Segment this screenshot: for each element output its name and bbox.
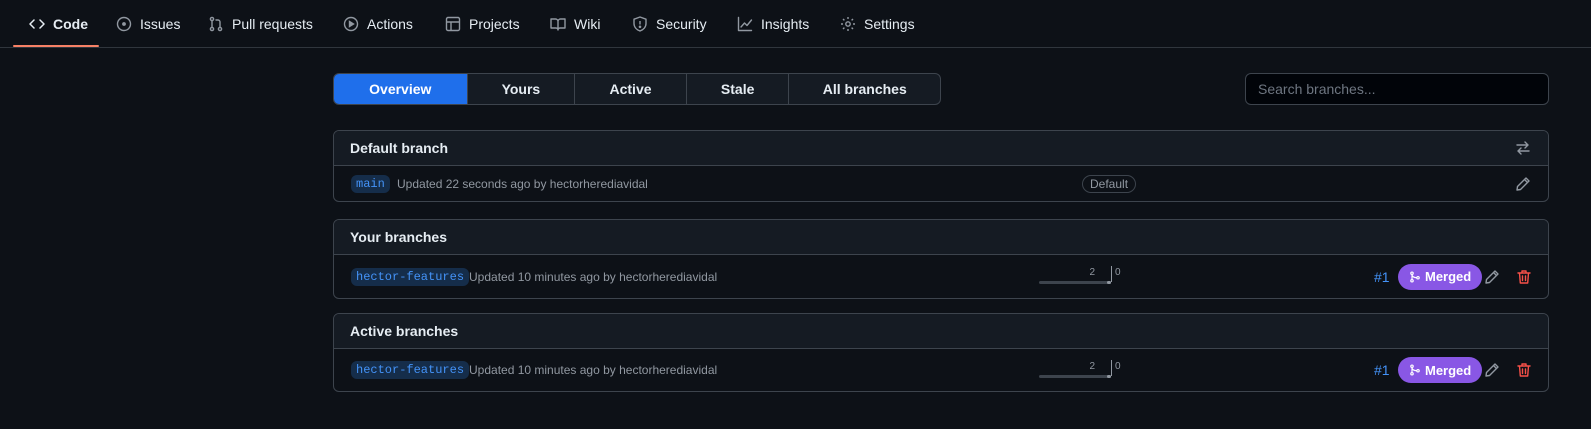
active-branch-updated: Updated 10 minutes ago by hectorherediav… — [469, 363, 718, 377]
delete-branch-trash-icon[interactable] — [1515, 361, 1533, 379]
default-label-badge: Default — [1082, 174, 1137, 193]
branch-name-main[interactable]: main — [351, 174, 390, 193]
ahead-behind-indicator: 2 0 — [1039, 255, 1129, 298]
tab-overview[interactable]: Overview — [334, 74, 468, 104]
active-branches-box: Active branches hector-features Updated … — [333, 313, 1549, 392]
nav-projects-label: Projects — [469, 16, 520, 32]
table-icon — [445, 16, 461, 32]
default-branch-title: Default branch — [350, 140, 449, 156]
merge-icon — [1410, 270, 1420, 283]
default-branch-updated: Updated 22 seconds ago by hectorherediav… — [397, 176, 648, 191]
behind-bar-fill — [1107, 375, 1111, 378]
default-branch-header: Default branch — [334, 131, 1548, 166]
rename-branch-pencil-icon[interactable] — [1483, 361, 1501, 379]
active-branch-row: hector-features Updated 10 minutes ago b… — [334, 349, 1548, 391]
tab-active[interactable]: Active — [575, 74, 687, 104]
repo-nav: Code Issues Pull requests Actions Projec… — [0, 0, 1591, 48]
switch-default-branch-icon[interactable] — [1514, 139, 1532, 157]
gear-icon — [840, 16, 856, 32]
branch-tabs: Overview Yours Active Stale All branches — [333, 73, 941, 105]
nav-insights-label: Insights — [761, 16, 810, 32]
merge-icon — [1410, 364, 1420, 376]
pull-request-link[interactable]: #1 — [1374, 269, 1390, 285]
nav-pull-requests-label: Pull requests — [232, 16, 313, 32]
ahead-count: 0 — [1115, 267, 1121, 278]
branch-name-hector-features[interactable]: hector-features — [351, 267, 470, 286]
nav-actions-label: Actions — [367, 16, 413, 32]
play-icon — [343, 16, 359, 32]
code-icon — [29, 16, 45, 32]
merged-status-label: Merged — [1425, 269, 1472, 284]
nav-code[interactable]: Code — [29, 0, 88, 48]
nav-security-label: Security — [656, 16, 707, 32]
nav-insights[interactable]: Insights — [737, 0, 809, 48]
nav-issues[interactable]: Issues — [116, 0, 180, 48]
graph-icon — [737, 16, 753, 32]
rename-branch-pencil-icon[interactable] — [1514, 175, 1532, 193]
nav-actions[interactable]: Actions — [343, 0, 413, 48]
branch-name-hector-features[interactable]: hector-features — [351, 361, 470, 379]
pull-request-icon — [208, 16, 224, 32]
behind-bar-fill — [1107, 281, 1111, 284]
behind-bar — [1039, 375, 1111, 378]
tab-all-branches[interactable]: All branches — [789, 74, 940, 104]
active-branches-title: Active branches — [350, 323, 459, 339]
nav-security[interactable]: Security — [632, 0, 707, 48]
nav-settings-label: Settings — [864, 16, 915, 32]
rename-branch-pencil-icon[interactable] — [1483, 268, 1501, 286]
merged-status-label: Merged — [1425, 362, 1472, 378]
search-branches-input[interactable] — [1245, 73, 1549, 105]
your-branch-row: hector-features Updated 10 minutes ago b… — [334, 255, 1548, 298]
ahead-behind-divider — [1111, 266, 1112, 282]
pull-request-link[interactable]: #1 — [1374, 362, 1390, 378]
nav-wiki[interactable]: Wiki — [550, 0, 600, 48]
nav-projects[interactable]: Projects — [445, 0, 520, 48]
nav-issues-label: Issues — [140, 16, 181, 32]
your-branches-header: Your branches — [334, 220, 1548, 255]
tab-stale[interactable]: Stale — [687, 74, 790, 104]
default-branch-box: Default branch main Updated 22 seconds a… — [333, 130, 1549, 202]
nav-selected-underline — [13, 45, 99, 47]
ahead-count: 0 — [1115, 361, 1121, 372]
nav-settings[interactable]: Settings — [840, 0, 915, 48]
delete-branch-trash-icon[interactable] — [1515, 268, 1533, 286]
ahead-behind-divider — [1111, 360, 1112, 376]
merged-status-badge[interactable]: Merged — [1398, 263, 1483, 290]
your-branch-updated: Updated 10 minutes ago by hectorherediav… — [469, 269, 718, 284]
issue-icon — [116, 16, 132, 32]
nav-pull-requests[interactable]: Pull requests — [208, 0, 313, 48]
merged-status-badge[interactable]: Merged — [1398, 357, 1483, 383]
default-branch-row: main Updated 22 seconds ago by hectorher… — [334, 166, 1548, 201]
your-branches-box: Your branches hector-features Updated 10… — [333, 219, 1549, 299]
nav-code-label: Code — [53, 16, 88, 32]
nav-wiki-label: Wiki — [574, 16, 601, 32]
your-branches-title: Your branches — [350, 229, 447, 245]
behind-count: 2 — [1089, 267, 1095, 278]
behind-count: 2 — [1089, 361, 1095, 372]
behind-bar — [1039, 281, 1111, 284]
book-icon — [550, 16, 566, 32]
tab-yours[interactable]: Yours — [468, 74, 576, 104]
ahead-behind-indicator: 2 0 — [1039, 349, 1129, 391]
shield-icon — [632, 16, 648, 32]
active-branches-header: Active branches — [334, 314, 1548, 349]
